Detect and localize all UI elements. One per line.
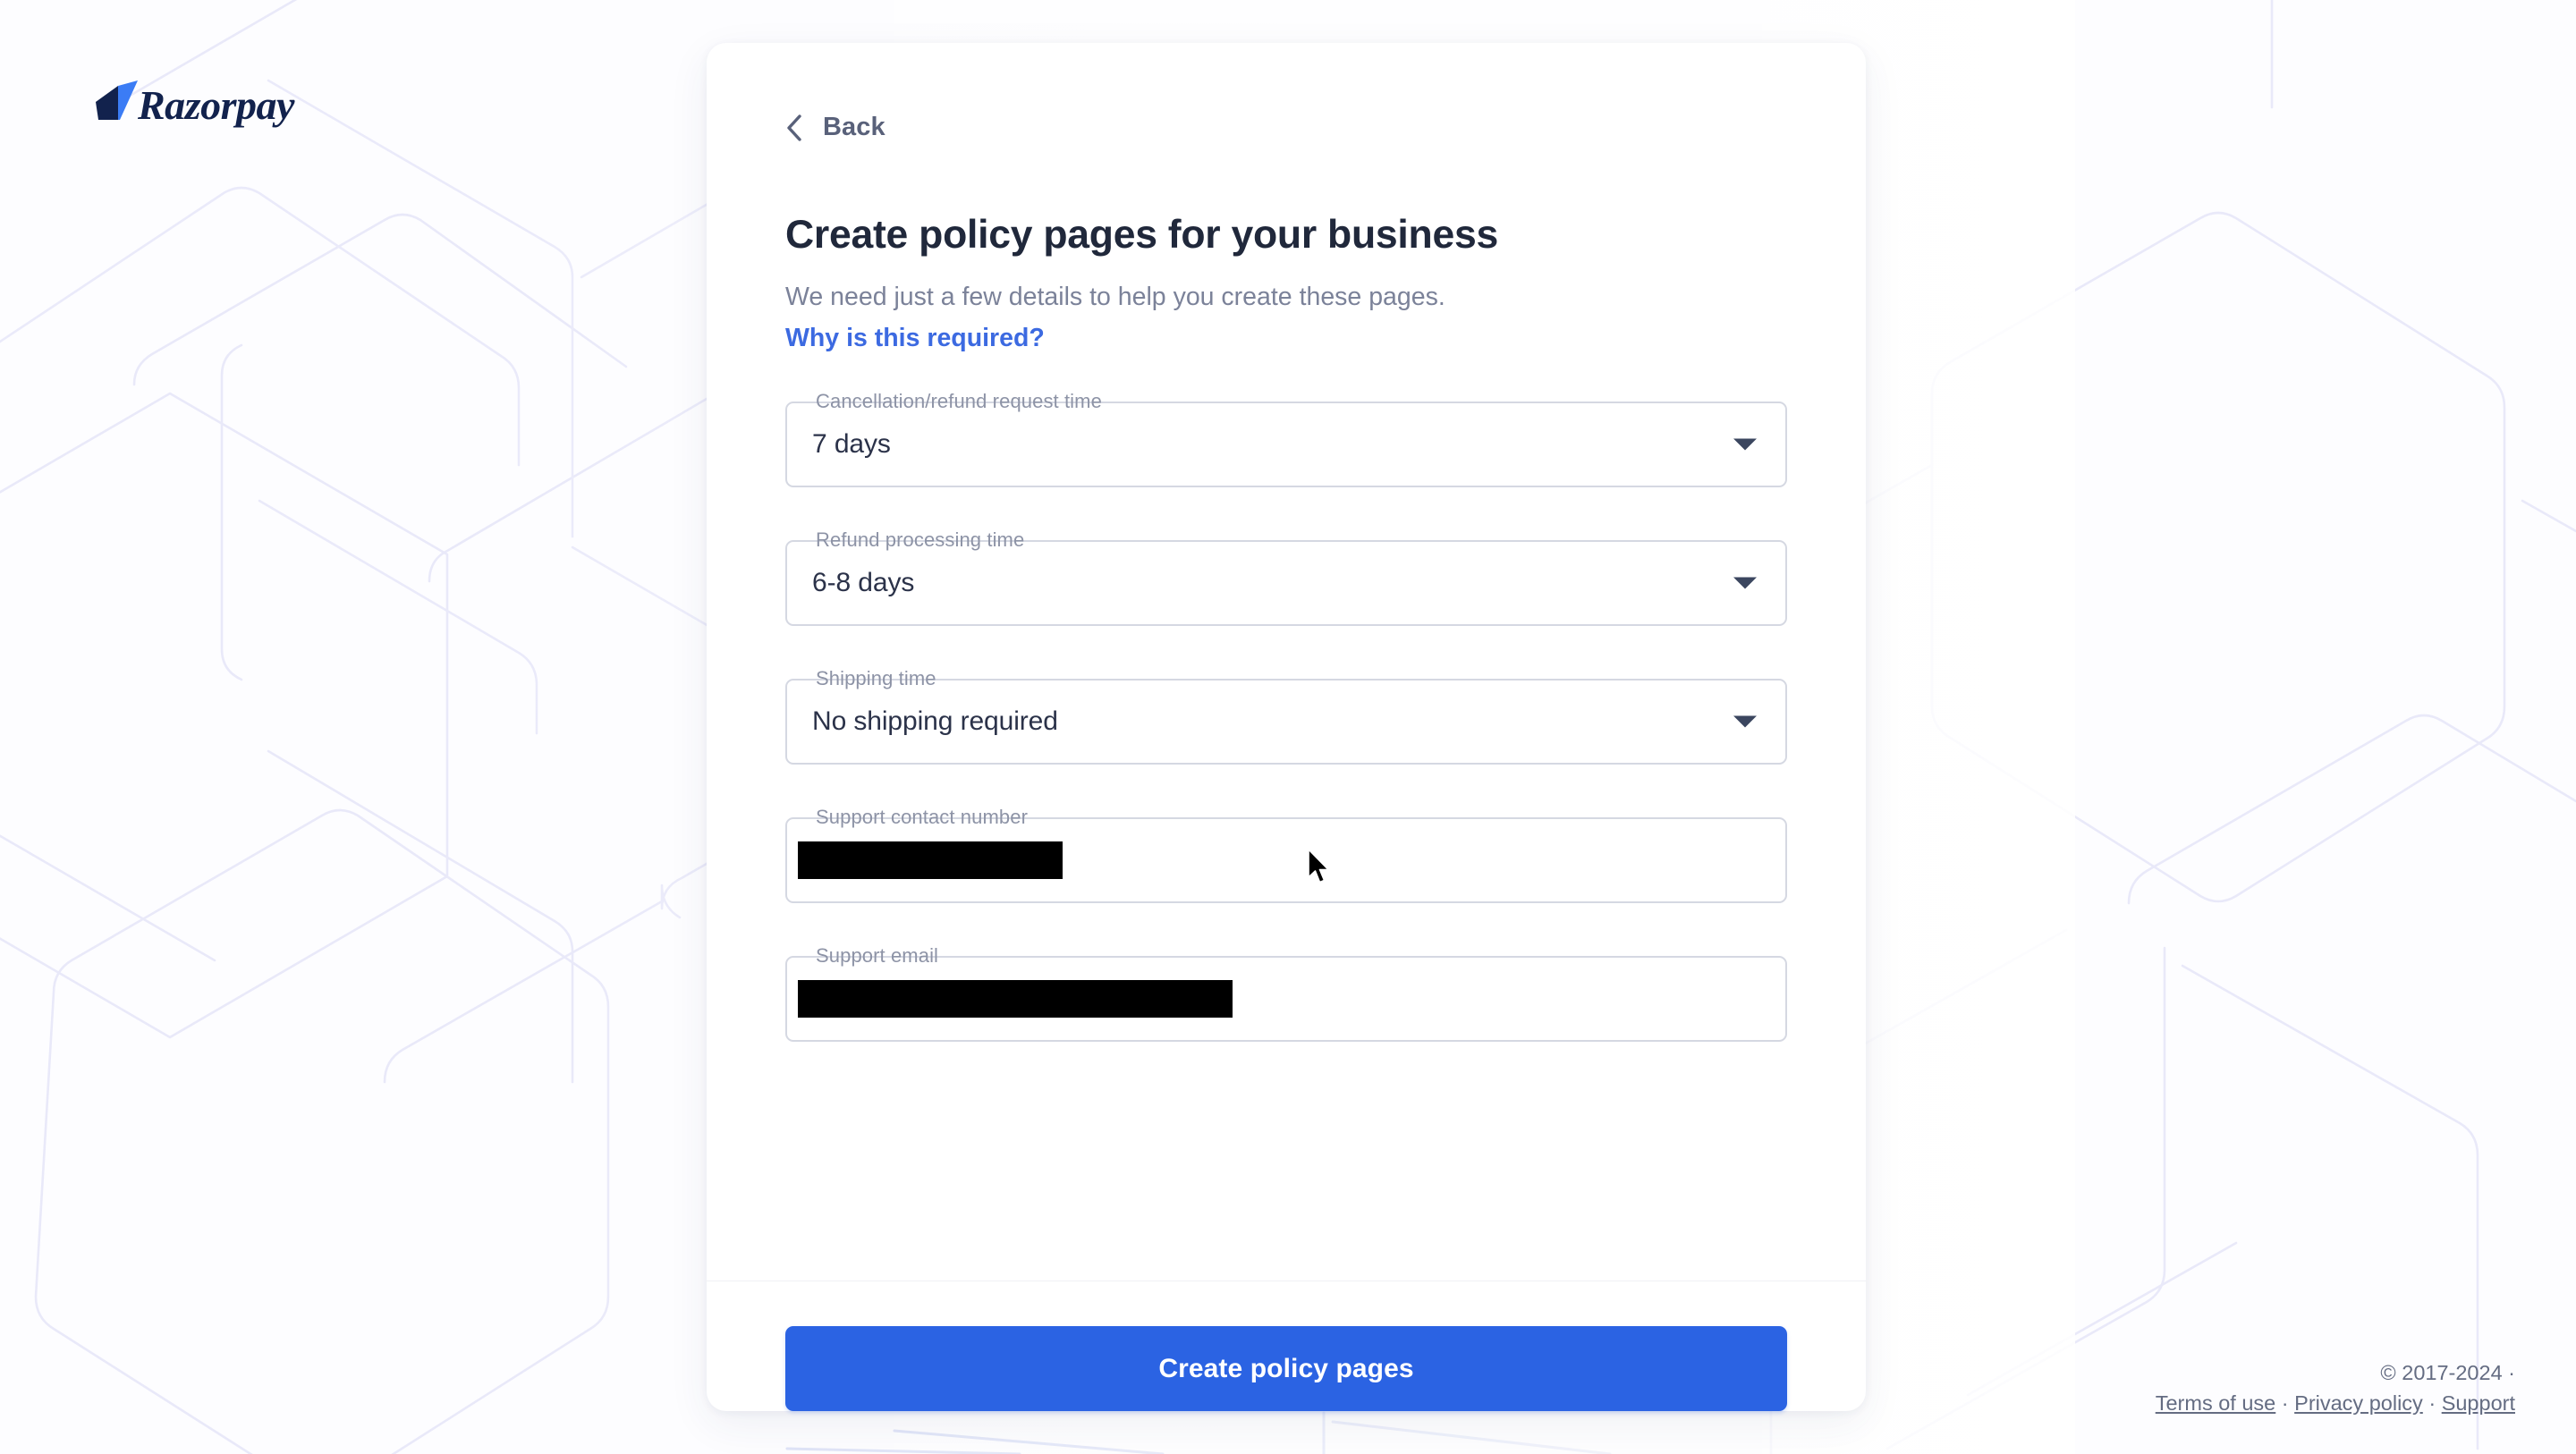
field-refund-processing-time[interactable]: Refund processing time 6-8 days [785,528,1787,626]
redacted-value [798,841,1063,879]
page-footer: © 2017-2024 · Terms of use · Privacy pol… [2156,1358,2515,1418]
why-is-this-required-link[interactable]: Why is this required? [785,324,1045,353]
terms-of-use-link[interactable]: Terms of use [2156,1391,2276,1415]
field-cancellation-refund-request-time[interactable]: Cancellation/refund request time 7 days [785,390,1787,487]
field-label: Support email [816,943,939,967]
copyright-text: © 2017-2024 · [2380,1361,2515,1385]
field-value: 7 days [812,428,891,459]
card-body: Create policy pages for your business We… [707,212,1866,1281]
caret-down-icon[interactable] [1733,438,1757,450]
redacted-value [798,979,1233,1018]
field-label: Refund processing time [816,528,1025,551]
field-outline [785,401,1787,487]
footer-links: Terms of use · Privacy policy · Support [2156,1391,2515,1415]
field-support-email[interactable]: Support email [785,944,1787,1042]
field-label: Support contact number [816,805,1029,828]
footer-separator: · [2422,1391,2442,1415]
field-outline [785,539,1787,626]
policy-fields-group: Cancellation/refund request time 7 days … [785,390,1787,1042]
back-button[interactable]: Back [785,113,886,142]
page-subtitle: We need just a few details to help you c… [785,282,1445,311]
field-value: 6-8 days [812,567,915,597]
razorpay-logo: Razorpay [82,79,333,129]
chevron-left-icon [787,114,801,141]
page-title: Create policy pages for your business [785,213,1498,257]
svg-text:Razorpay: Razorpay [137,82,295,128]
support-link[interactable]: Support [2442,1391,2515,1415]
policy-setup-card: Back Create policy pages for your busine… [707,43,1866,1411]
caret-down-icon[interactable] [1733,715,1757,727]
privacy-policy-link[interactable]: Privacy policy [2294,1391,2423,1415]
create-policy-pages-button[interactable]: Create policy pages [785,1326,1787,1411]
caret-down-icon[interactable] [1733,577,1757,588]
field-label: Shipping time [816,666,936,689]
field-value: No shipping required [812,706,1058,736]
field-support-contact-number[interactable]: Support contact number [785,806,1787,903]
field-label: Cancellation/refund request time [816,389,1102,412]
card-footer: Create policy pages [707,1281,1866,1411]
footer-separator: · [2275,1391,2295,1415]
field-shipping-time[interactable]: Shipping time No shipping required [785,667,1787,765]
back-label: Back [823,113,886,141]
